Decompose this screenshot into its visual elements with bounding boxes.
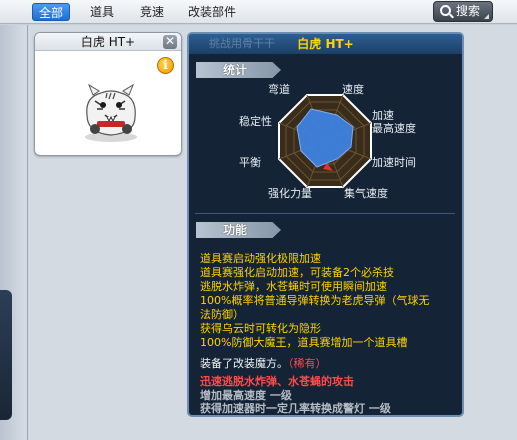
search-button[interactable]: 搜索 — [433, 1, 493, 22]
function-line: 100%防御大魔王，道具赛增加一个道具槽 — [200, 336, 408, 349]
item-card-title: 白虎 HT+ — [35, 33, 181, 51]
tab-items[interactable]: 道具 — [84, 3, 120, 21]
panel-header: 挑战用骨干干 白虎 HT+ — [189, 34, 462, 54]
search-label: 搜索 — [456, 4, 481, 18]
white-tiger-kart-image — [85, 83, 137, 142]
equip-rarity: （稀有） — [288, 357, 327, 370]
functions-section-label: 功能 — [196, 222, 281, 238]
tab-all[interactable]: 全部 — [32, 3, 71, 21]
info-icon[interactable]: i — [157, 57, 174, 74]
function-line: 逃脱水炸弹，水苍蝇时可使用瞬间加速 — [200, 280, 387, 293]
corner-marker-icon — [484, 14, 489, 19]
function-line: 道具赛启动强化极限加速 — [200, 252, 321, 265]
panel-title: 白虎 HT+ — [297, 37, 354, 51]
equip-bonus-line: 获得加速器时一定几率转换成警灯 一级 — [200, 402, 391, 415]
stat-label-balance: 平衡 — [239, 156, 261, 169]
tab-racing[interactable]: 竞速 — [134, 3, 170, 21]
stat-label-boost-power: 强化力量 — [268, 187, 312, 200]
stat-label-accel: 加速 — [372, 109, 394, 122]
left-sidebar-strip — [0, 25, 28, 440]
item-card[interactable]: 白虎 HT+ ✕ i — [34, 32, 182, 156]
equip-note-text: 装备了改装魔方。 — [200, 357, 288, 370]
equip-note: 装备了改装魔方。（稀有） — [200, 358, 327, 370]
equip-bonus-line: 增加最高速度 一级 — [200, 389, 292, 402]
stats-divider — [195, 213, 455, 214]
stat-label-charge-speed: 集气速度 — [344, 187, 388, 200]
function-line: 法防御） — [200, 308, 244, 321]
equip-attack-line: 迅速逃脱水炸弹、水苍蝇的攻击 — [200, 375, 354, 388]
tab-modparts[interactable]: 改装部件 — [182, 3, 242, 21]
stats-radar-chart — [278, 94, 372, 188]
left-dark-tab[interactable] — [0, 290, 12, 420]
detail-panel: 挑战用骨干干 白虎 HT+ 统计 弯道 速度 加速 最高速度 稳定性 平衡 加速… — [187, 32, 464, 417]
function-line: 道具赛强化启动加速，可装备2个必杀技 — [200, 266, 394, 279]
panel-header-ghost-text: 挑战用骨干干 — [209, 37, 275, 50]
top-tab-bar: 全部 道具 竞速 改装部件 搜索 — [0, 0, 517, 24]
stats-section-label: 统计 — [196, 62, 281, 78]
function-line: 获得乌云时可转化为隐形 — [200, 322, 321, 335]
function-line: 100%概率将普通导弹转换为老虎导弹（气球无 — [200, 294, 430, 307]
close-icon[interactable]: ✕ — [163, 35, 177, 49]
search-icon — [440, 5, 451, 16]
stat-label-accel-time: 加速时间 — [372, 156, 416, 169]
stat-label-max-speed: 最高速度 — [372, 122, 416, 135]
stat-label-stability: 稳定性 — [239, 115, 272, 128]
